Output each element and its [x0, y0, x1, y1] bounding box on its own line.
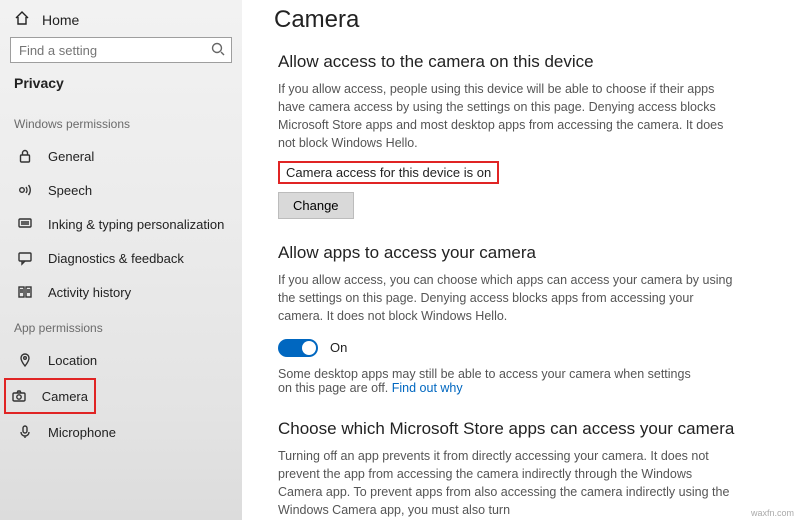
section-desc: If you allow access, you can choose whic…	[278, 271, 738, 325]
search-input[interactable]	[10, 37, 232, 63]
find-out-why-link[interactable]: Find out why	[392, 381, 463, 395]
section-store-apps: Choose which Microsoft Store apps can ac…	[278, 419, 770, 520]
section-desc: Turning off an app prevents it from dire…	[278, 447, 738, 520]
home-icon	[14, 10, 30, 29]
sidebar-item-label: Speech	[48, 183, 92, 198]
section-title: Allow apps to access your camera	[278, 243, 770, 263]
search-row	[10, 37, 232, 63]
home-nav[interactable]: Home	[10, 6, 232, 35]
sidebar-item-camera[interactable]: Camera	[4, 378, 96, 414]
sidebar-item-general[interactable]: General	[10, 140, 232, 172]
microphone-icon	[16, 423, 34, 441]
location-icon	[16, 351, 34, 369]
activity-icon	[16, 283, 34, 301]
privacy-category: Privacy	[10, 73, 232, 105]
apps-access-toggle[interactable]	[278, 339, 318, 357]
toggle-state-label: On	[330, 340, 347, 355]
sidebar-item-activity[interactable]: Activity history	[10, 276, 232, 308]
sidebar-item-label: General	[48, 149, 94, 164]
note-text: Some desktop apps may still be able to a…	[278, 367, 691, 395]
sidebar-item-microphone[interactable]: Microphone	[10, 416, 232, 448]
section-app-access: Allow apps to access your camera If you …	[278, 243, 770, 395]
speech-icon	[16, 181, 34, 199]
sidebar-item-inking[interactable]: Inking & typing personalization	[10, 208, 232, 240]
lock-icon	[16, 147, 34, 165]
change-button[interactable]: Change	[278, 192, 354, 219]
feedback-icon	[16, 249, 34, 267]
content-area: Camera Allow access to the camera on thi…	[242, 0, 800, 520]
status-row: Camera access for this device is on	[278, 161, 770, 184]
sidebar-item-label: Camera	[42, 389, 88, 404]
app-permissions-group-label: App permissions	[10, 309, 232, 343]
section-title: Allow access to the camera on this devic…	[278, 52, 770, 72]
sidebar-item-location[interactable]: Location	[10, 344, 232, 376]
section-desc: If you allow access, people using this d…	[278, 80, 738, 153]
page-title: Camera	[274, 6, 770, 34]
sidebar-item-speech[interactable]: Speech	[10, 174, 232, 206]
sidebar-item-label: Activity history	[48, 285, 131, 300]
toggle-row: On	[278, 339, 770, 357]
camera-access-status: Camera access for this device is on	[278, 161, 499, 184]
sidebar: Home Privacy Windows permissions General…	[0, 0, 242, 520]
section-title: Choose which Microsoft Store apps can ac…	[278, 419, 770, 439]
section-device-access: Allow access to the camera on this devic…	[278, 52, 770, 219]
sidebar-item-label: Diagnostics & feedback	[48, 251, 184, 266]
watermark: waxfn.com	[751, 508, 794, 518]
permissions-group-label: Windows permissions	[10, 105, 232, 139]
home-label: Home	[42, 12, 79, 28]
sidebar-item-diagnostics[interactable]: Diagnostics & feedback	[10, 242, 232, 274]
sidebar-item-label: Microphone	[48, 425, 116, 440]
inking-icon	[16, 215, 34, 233]
sidebar-item-label: Inking & typing personalization	[48, 217, 224, 232]
desktop-apps-note: Some desktop apps may still be able to a…	[278, 367, 708, 395]
sidebar-item-label: Location	[48, 353, 97, 368]
camera-icon	[10, 387, 28, 405]
